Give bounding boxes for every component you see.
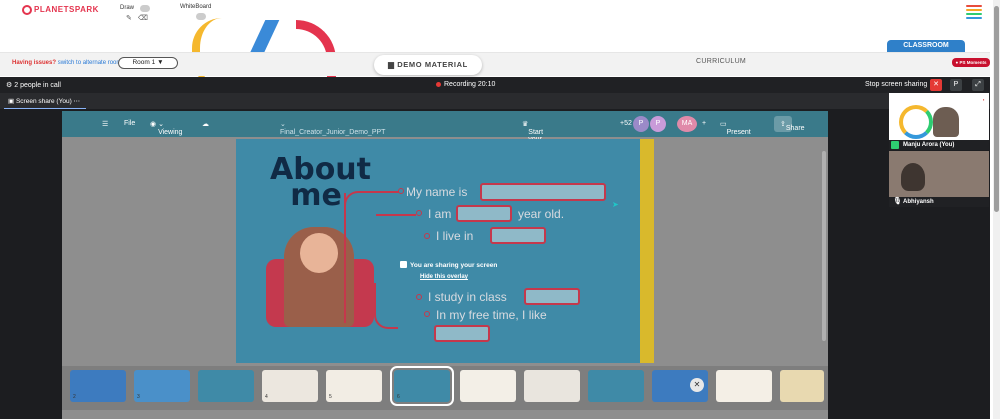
bullet-dot: [398, 188, 404, 194]
canva-toolbar: ☰ File ◉ Viewing ⌄ ☁ Final_Creator_Junio…: [62, 111, 828, 165]
call-bar: ⚙ 2 people in call Recording 20:10 Stop …: [0, 77, 990, 93]
viewing-menu[interactable]: ◉ Viewing ⌄: [150, 120, 182, 136]
connector-line: [344, 193, 346, 323]
record-dot-icon: [436, 81, 441, 87]
screen-share-icon: [400, 261, 407, 268]
eraser-icon[interactable]: ⌫: [138, 14, 148, 22]
close-icon[interactable]: ✕: [930, 79, 942, 91]
doc-title[interactable]: Final_Creator_Junior_Demo_PPT ⌄: [280, 120, 385, 136]
mic-icon: 🎙: [893, 198, 902, 205]
whiteboard-toggle[interactable]: [196, 13, 206, 20]
child-face: [300, 233, 338, 273]
screen-icon: ▣: [8, 98, 15, 105]
draw-label: Draw: [120, 5, 135, 11]
line-class: I study in class: [428, 290, 507, 304]
hobby-blank[interactable]: [434, 325, 490, 342]
mini-logo: ▪: [983, 97, 985, 102]
slide-thumbnail[interactable]: 2: [70, 370, 126, 402]
top-bar: [0, 0, 990, 26]
recording-indicator: Recording 20:10: [436, 81, 495, 88]
fullscreen-icon[interactable]: ⤢: [972, 79, 984, 91]
slide-thumbnail[interactable]: [460, 370, 516, 402]
demo-material-button[interactable]: ▆ DEMO MATERIAL: [374, 55, 482, 75]
participant-video: [901, 163, 925, 191]
logo-icon: [22, 5, 32, 15]
slide-canvas[interactable]: About me My name is I am year old. I liv…: [236, 139, 640, 363]
banner-area: [0, 26, 990, 52]
draw-toggle[interactable]: [140, 5, 150, 12]
bullet-dot: [424, 311, 430, 317]
line-city: I live in: [436, 229, 474, 243]
hamburger-icon[interactable]: ☰: [102, 120, 108, 128]
file-menu[interactable]: File: [124, 120, 135, 127]
present-button[interactable]: ▭ Present: [720, 120, 751, 136]
slide-thumbnail-current[interactable]: 6: [390, 366, 454, 406]
classroom-tab[interactable]: CLASSROOM: [887, 40, 965, 52]
slide-thumbnail[interactable]: 3: [134, 370, 190, 402]
line-age-suffix: year old.: [518, 207, 565, 221]
collaborator-count: +52: [620, 120, 632, 127]
trial-button[interactable]: ♛ Start your trial for ₹0: [522, 120, 543, 165]
sharing-message: You are sharing your screen: [410, 262, 498, 269]
avatar[interactable]: P: [633, 116, 649, 132]
menu-icon[interactable]: [966, 5, 982, 21]
slide-thumbnail[interactable]: [716, 370, 772, 402]
connector-line: [374, 283, 398, 329]
issue-text: Having issues? switch to alternate room: [12, 60, 122, 66]
canvas-scrollbar[interactable]: [822, 151, 826, 341]
decor-logo: [899, 105, 933, 139]
avatar[interactable]: P: [650, 116, 666, 132]
self-name-bar: Manju Arora (You): [889, 140, 989, 150]
curriculum-tab[interactable]: CURRICULUM: [696, 58, 746, 65]
slide-thumbnails: 2 3 4 5 6 ✕: [62, 366, 828, 410]
slide-thumbnail[interactable]: 4: [262, 370, 318, 402]
ps-moments-badge[interactable]: ● PS Moments: [952, 58, 990, 67]
share-button[interactable]: ⇪ Share: [774, 116, 805, 132]
slide-thumbnail[interactable]: [780, 370, 824, 402]
name-blank[interactable]: [480, 183, 606, 201]
pin-button[interactable]: P: [950, 79, 962, 91]
slide-accent-bar: [640, 139, 654, 363]
scrollbar-thumb[interactable]: [994, 6, 999, 212]
whiteboard-label: WhiteBoard: [180, 4, 212, 10]
avatar[interactable]: MA: [677, 116, 697, 132]
stop-sharing-label[interactable]: Stop screen sharing: [865, 81, 927, 88]
add-icon[interactable]: +: [702, 120, 706, 127]
participant-video: [933, 107, 959, 137]
slide-thumbnail[interactable]: [588, 370, 644, 402]
participant-name-bar: 🎙 Abhiyansh: [889, 197, 989, 207]
page-scrollbar[interactable]: [993, 0, 1000, 419]
slide-thumbnail[interactable]: 5: [326, 370, 382, 402]
line-age: I am: [428, 207, 452, 221]
bullet-dot: [416, 294, 422, 300]
age-blank[interactable]: [456, 205, 512, 222]
room-select[interactable]: Room 1 ▼: [118, 57, 178, 69]
dropdown-icon: ▼: [157, 59, 164, 66]
folder-icon: ▆: [388, 60, 395, 69]
planetspark-logo[interactable]: PLANETSPARK: [22, 5, 99, 15]
share-tab-bar: ▣ Screen share (You) ⋯: [0, 93, 990, 109]
pencil-icon[interactable]: ✎: [126, 14, 132, 22]
bullet-dot: [416, 210, 422, 216]
people-count[interactable]: ⚙ 2 people in call: [6, 81, 61, 89]
cloud-icon[interactable]: ☁: [202, 120, 209, 128]
city-blank[interactable]: [490, 227, 546, 244]
connector-line: [376, 214, 416, 216]
mic-on-icon: [891, 141, 899, 149]
line-hobby: In my free time, I like: [436, 308, 547, 322]
slide-thumbnail[interactable]: [524, 370, 580, 402]
cursor-icon: ➤: [612, 200, 619, 209]
hide-overlay-link[interactable]: Hide this overlay: [420, 274, 468, 280]
class-blank[interactable]: [524, 288, 580, 305]
bullet-dot: [424, 233, 430, 239]
close-icon[interactable]: ✕: [690, 378, 704, 392]
slide-thumbnail[interactable]: [198, 370, 254, 402]
line-name: My name is: [406, 185, 468, 199]
tab-screen-share[interactable]: ▣ Screen share (You) ⋯: [4, 93, 87, 109]
alternate-room-link[interactable]: switch to alternate room: [58, 60, 122, 66]
